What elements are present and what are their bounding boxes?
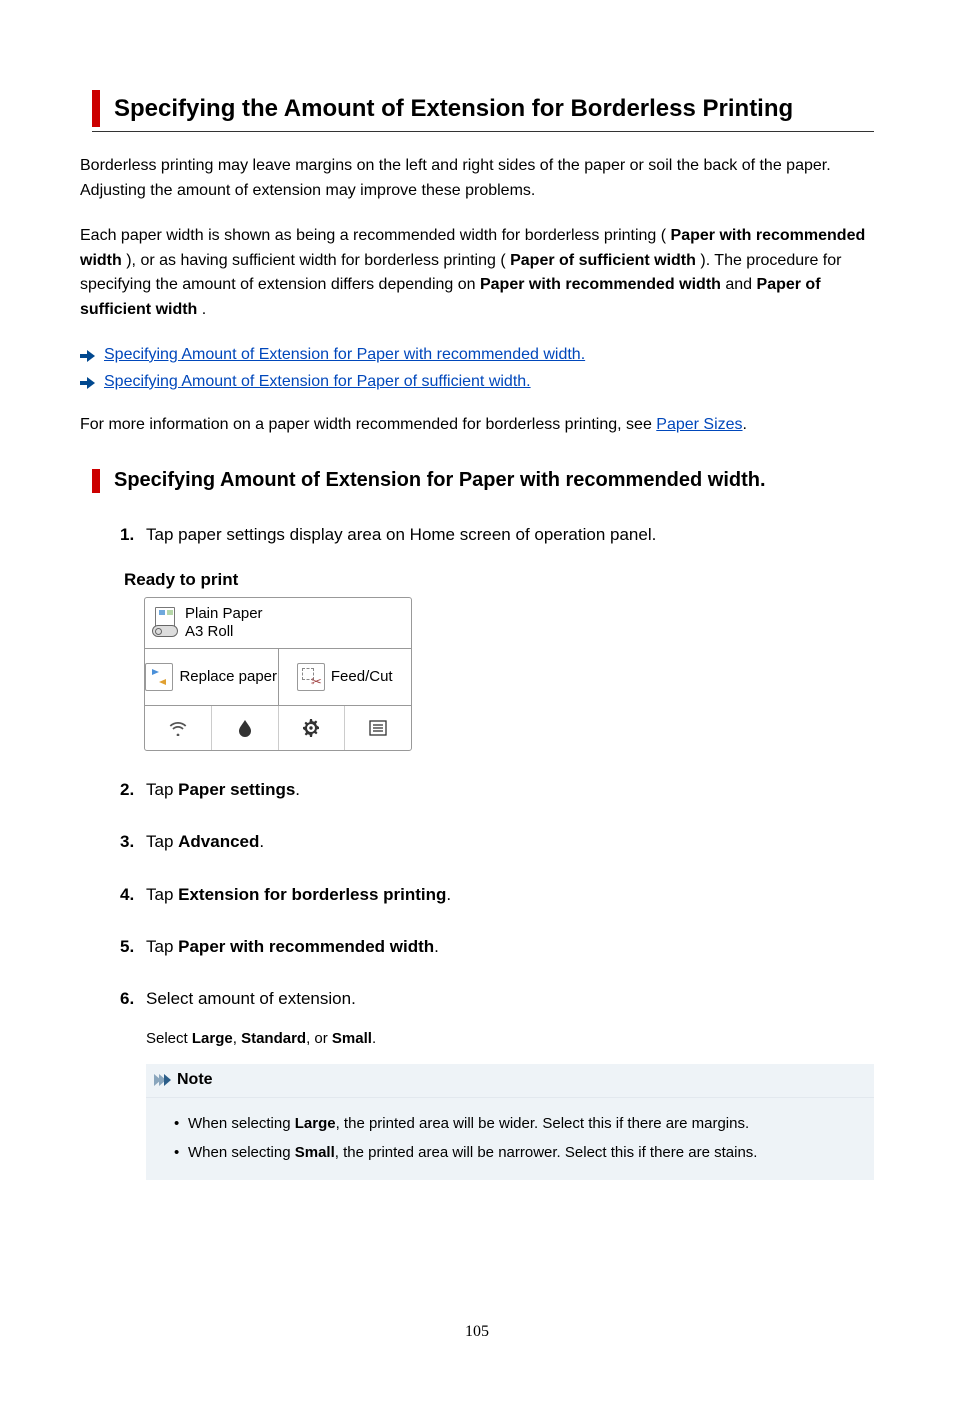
arrow-right-icon <box>80 348 96 362</box>
step-text: Tap Advanced. <box>146 829 874 855</box>
panel-box: Plain Paper A3 Roll Replace paper Feed/C… <box>144 597 412 751</box>
heading-accent-bar <box>92 469 100 493</box>
note-header: Note <box>146 1064 874 1098</box>
step-text: Tap Extension for borderless printing. <box>146 882 874 908</box>
text-fragment: , <box>233 1030 241 1047</box>
ui-label: Extension for borderless printing <box>178 885 446 904</box>
operation-panel-screenshot: Ready to print Plain Paper A3 Roll <box>144 567 412 751</box>
step-item: Tap Paper settings. <box>120 777 874 803</box>
page-number: 105 <box>80 1320 874 1345</box>
toc-link-sufficient[interactable]: Specifying Amount of Extension for Paper… <box>104 370 531 395</box>
paper-settings-area: Plain Paper A3 Roll <box>145 598 411 649</box>
text-fragment: . <box>202 301 206 318</box>
text-fragment: Tap <box>146 885 178 904</box>
section-heading-text: Specifying Amount of Extension for Paper… <box>114 465 766 496</box>
job-list-icon <box>344 706 411 750</box>
panel-status-row <box>145 706 411 750</box>
toc-item: Specifying Amount of Extension for Paper… <box>80 343 874 368</box>
step-text: Tap Paper with recommended width. <box>146 934 874 960</box>
note-box: Note When selecting Large, the printed a… <box>146 1064 874 1180</box>
term-sufficient-width: Paper of sufficient width <box>510 252 696 269</box>
text-fragment: . <box>743 416 747 433</box>
toc-list: Specifying Amount of Extension for Paper… <box>80 343 874 395</box>
note-label: Note <box>177 1068 213 1093</box>
toc-item: Specifying Amount of Extension for Paper… <box>80 370 874 395</box>
paper-size: A3 Roll <box>185 623 263 641</box>
toc-link-recommended[interactable]: Specifying Amount of Extension for Paper… <box>104 343 585 368</box>
option-standard: Standard <box>241 1030 306 1047</box>
panel-status-text: Ready to print <box>124 567 412 593</box>
wifi-icon <box>145 706 211 750</box>
paper-info-text: Plain Paper A3 Roll <box>185 605 263 641</box>
title-accent-bar <box>92 90 100 127</box>
option-large: Large <box>295 1115 336 1132</box>
option-small: Small <box>295 1144 335 1161</box>
step-text: Select amount of extension. <box>146 986 874 1012</box>
text-fragment: For more information on a paper width re… <box>80 416 656 433</box>
step-item: Tap Advanced. <box>120 829 874 855</box>
ui-label: Advanced <box>178 832 259 851</box>
feed-cut-icon <box>297 663 325 691</box>
note-body: When selecting Large, the printed area w… <box>146 1098 874 1181</box>
term-recommended-width: Paper with recommended width <box>480 276 721 293</box>
feed-cut-button: Feed/Cut <box>278 649 412 705</box>
text-fragment: Tap <box>146 832 178 851</box>
note-bullet: When selecting Large, the printed area w… <box>174 1112 862 1135</box>
text-fragment: Select <box>146 1030 192 1047</box>
paper-type: Plain Paper <box>185 605 263 623</box>
replace-label: Replace paper <box>179 668 277 685</box>
page-title-block: Specifying the Amount of Extension for B… <box>92 90 874 132</box>
feed-cut-label: Feed/Cut <box>331 668 393 685</box>
replace-paper-button: Replace paper <box>145 649 278 705</box>
paper-sizes-link[interactable]: Paper Sizes <box>656 416 742 433</box>
moreinfo-paragraph: For more information on a paper width re… <box>80 413 874 438</box>
ui-label: Paper with recommended width <box>178 937 434 956</box>
panel-actions-row: Replace paper Feed/Cut <box>145 649 411 706</box>
ink-icon <box>211 706 278 750</box>
text-fragment: ), or as having sufficient width for bor… <box>126 252 510 269</box>
text-fragment: When selecting <box>188 1115 295 1132</box>
roll-paper-icon <box>151 607 179 639</box>
step-text: Tap paper settings display area on Home … <box>146 522 874 548</box>
section-heading: Specifying Amount of Extension for Paper… <box>92 465 874 496</box>
step-item: Tap Extension for borderless printing. <box>120 882 874 908</box>
ui-label: Paper settings <box>178 780 295 799</box>
text-fragment: , the printed area will be narrower. Sel… <box>335 1144 758 1161</box>
step-list: Tap paper settings display area on Home … <box>120 522 874 1180</box>
step-subtext: Select Large, Standard, or Small. <box>146 1027 874 1050</box>
note-bullet: When selecting Small, the printed area w… <box>174 1141 862 1164</box>
text-fragment: Tap <box>146 780 178 799</box>
step-text: Tap Paper settings. <box>146 777 874 803</box>
step-item: Tap Paper with recommended width. <box>120 934 874 960</box>
option-small: Small <box>332 1030 372 1047</box>
arrow-right-icon <box>80 375 96 389</box>
text-fragment: When selecting <box>188 1144 295 1161</box>
text-fragment: Each paper width is shown as being a rec… <box>80 227 671 244</box>
text-fragment: and <box>725 276 756 293</box>
text-fragment: . <box>259 832 264 851</box>
chevrons-icon <box>154 1074 169 1086</box>
text-fragment: . <box>295 780 300 799</box>
step-item: Select amount of extension. Select Large… <box>120 986 874 1180</box>
replace-icon <box>145 663 173 691</box>
step-item: Tap paper settings display area on Home … <box>120 522 874 751</box>
gear-icon <box>278 706 345 750</box>
text-fragment: . <box>372 1030 376 1047</box>
text-fragment: , or <box>306 1030 332 1047</box>
text-fragment: . <box>434 937 439 956</box>
text-fragment: Tap <box>146 937 178 956</box>
option-large: Large <box>192 1030 233 1047</box>
intro-paragraph-1: Borderless printing may leave margins on… <box>80 154 874 204</box>
text-fragment: . <box>446 885 451 904</box>
page-title: Specifying the Amount of Extension for B… <box>114 90 793 127</box>
text-fragment: , the printed area will be wider. Select… <box>336 1115 750 1132</box>
intro-paragraph-2: Each paper width is shown as being a rec… <box>80 224 874 323</box>
